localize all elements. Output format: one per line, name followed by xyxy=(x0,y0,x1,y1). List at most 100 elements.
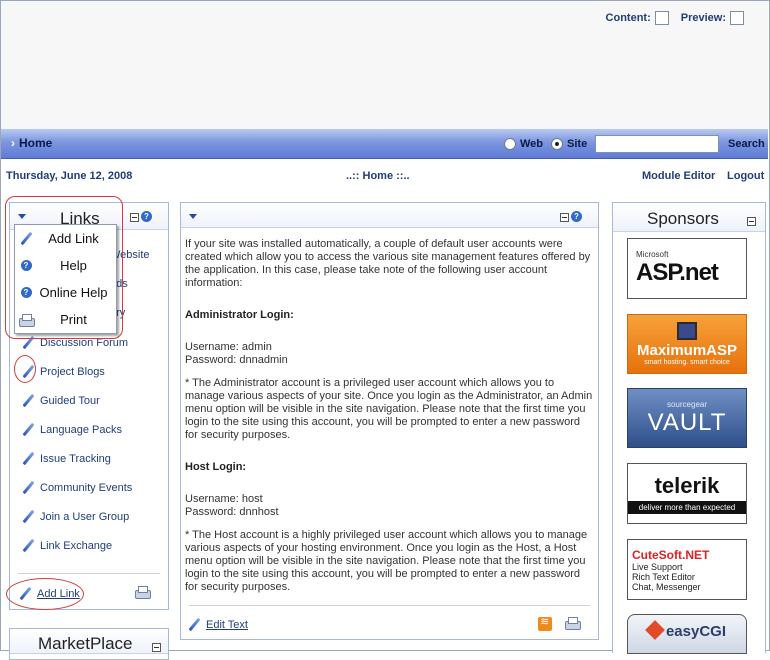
maximum-logo-text: MaximumASP xyxy=(636,342,738,359)
menu-item-online-help[interactable]: ? Online Help xyxy=(15,279,116,306)
control-panel: Content: Preview: xyxy=(1,1,768,130)
sponsors-header: Sponsors xyxy=(613,203,765,232)
text-content: If your site was installed automatically… xyxy=(185,238,595,604)
edit-pencil-icon[interactable] xyxy=(187,618,201,632)
menu-item-label: Online Help xyxy=(39,285,108,300)
menu-item-label: Print xyxy=(60,312,87,327)
menu-item-add-link[interactable]: Add Link xyxy=(15,225,116,252)
link-text[interactable]: Link Exchange xyxy=(40,540,112,552)
edit-pencil-icon[interactable] xyxy=(21,510,35,524)
admin-heading: Administrator Login: xyxy=(185,309,294,321)
edit-text-link[interactable]: Edit Text xyxy=(206,619,248,631)
content-label: Content: xyxy=(605,12,651,24)
link-item[interactable]: Language Packs xyxy=(21,423,122,437)
site-label: Site xyxy=(567,138,588,150)
vault-small-text: sourcegear xyxy=(666,399,708,409)
sponsor-cutesoft[interactable]: CuteSoft.NET Live Support Rich Text Edit… xyxy=(627,539,747,600)
cutesoft-line-2: Rich Text Editor xyxy=(632,571,695,582)
link-item[interactable]: Link Exchange xyxy=(21,539,112,553)
sponsor-easycgi[interactable]: easyCGI xyxy=(627,614,747,654)
text-pane-header: ? xyxy=(181,203,598,228)
menu-item-label: Help xyxy=(60,258,87,273)
link-text[interactable]: Issue Tracking xyxy=(40,453,111,465)
help-icon[interactable]: ? xyxy=(141,211,152,222)
edit-pencil-icon[interactable] xyxy=(21,394,35,408)
menu-item-label: Add Link xyxy=(48,231,99,246)
module-editor-link[interactable]: Module Editor xyxy=(642,170,715,182)
telerik-tagline: deliver more than expected xyxy=(628,501,746,514)
cutesoft-line-3: Chat, Messenger xyxy=(632,581,701,592)
module-actions-icon[interactable] xyxy=(189,214,197,219)
print-icon xyxy=(18,313,35,327)
module-action-menu: Add Link ? Help ? Online Help Print xyxy=(14,224,117,334)
menu-item-help[interactable]: ? Help xyxy=(15,252,116,279)
sponsors-title: Sponsors xyxy=(647,209,719,228)
link-item[interactable]: Join a User Group xyxy=(21,510,129,524)
print-icon[interactable] xyxy=(564,616,581,630)
preview-checkbox[interactable] xyxy=(730,11,744,25)
link-item[interactable]: Issue Tracking xyxy=(21,452,111,466)
mode-toggles: Content: Preview: xyxy=(606,11,744,25)
preview-label: Preview: xyxy=(680,12,726,24)
cutesoft-logo-text: CuteSoft.NET xyxy=(632,547,710,562)
minimize-icon[interactable] xyxy=(560,213,569,222)
print-icon[interactable] xyxy=(134,585,151,599)
logout-link[interactable]: Logout xyxy=(727,170,764,182)
highlight-addlink-annotation xyxy=(6,578,84,610)
cutesoft-line-1: Live Support xyxy=(632,561,683,572)
content-checkbox[interactable] xyxy=(654,11,669,25)
sponsor-telerik[interactable]: telerik deliver more than expected xyxy=(627,463,747,524)
nav-bar: Home Web Site Search xyxy=(1,129,768,159)
help-icon: ? xyxy=(20,260,32,271)
edit-pencil-icon[interactable] xyxy=(21,423,35,437)
link-text[interactable]: Language Packs xyxy=(40,424,122,436)
web-radio[interactable] xyxy=(504,138,516,150)
intro-paragraph: If your site was installed automatically… xyxy=(185,238,591,289)
link-text[interactable]: Guided Tour xyxy=(40,395,100,407)
admin-note: * The Administrator account is a privile… xyxy=(185,377,593,441)
sponsor-aspnet[interactable]: Microsoft ASP.net xyxy=(627,238,747,299)
link-item[interactable]: Guided Tour xyxy=(21,394,100,408)
aspnet-logo-text: ASP.net xyxy=(636,259,719,286)
minimize-icon[interactable] xyxy=(747,217,756,226)
link-text[interactable]: Join a User Group xyxy=(40,511,129,523)
easycgi-logo-icon xyxy=(645,620,665,640)
marketplace-pane: MarketPlace xyxy=(9,628,169,660)
link-item[interactable]: Community Events xyxy=(21,481,132,495)
link-text[interactable]: Community Events xyxy=(40,482,132,494)
edit-text-action[interactable]: Edit Text xyxy=(187,618,248,632)
link-text[interactable]: Project Blogs xyxy=(40,366,105,378)
edit-pencil-icon[interactable] xyxy=(21,481,35,495)
current-date: Thursday, June 12, 2008 xyxy=(6,170,133,182)
edit-pencil-icon[interactable] xyxy=(21,452,35,466)
admin-password: Password: dnnadmin xyxy=(185,354,288,366)
host-username: Username: host xyxy=(185,493,263,505)
web-label: Web xyxy=(520,138,544,150)
host-note: * The Host account is a highly privilege… xyxy=(185,529,588,593)
search-input[interactable] xyxy=(595,135,719,153)
highlight-pencil-annotation xyxy=(14,355,36,383)
pencil-icon xyxy=(19,232,33,246)
edit-pencil-icon[interactable] xyxy=(21,539,35,553)
sponsor-vault[interactable]: sourcegear VAULT xyxy=(627,388,747,448)
search-scope: Web Site xyxy=(504,138,587,150)
links-footer-divider xyxy=(18,573,160,574)
vault-logo-text: VAULT xyxy=(647,408,727,436)
site-radio[interactable] xyxy=(551,138,564,150)
search-button[interactable]: Search xyxy=(728,138,765,150)
text-footer-divider xyxy=(189,605,590,606)
marketplace-title: MarketPlace xyxy=(38,634,133,653)
marketplace-header: MarketPlace xyxy=(10,629,168,654)
aspnet-small-text: Microsoft xyxy=(636,250,669,259)
maximum-logo-icon xyxy=(677,322,697,340)
menu-item-print[interactable]: Print xyxy=(15,306,116,333)
maximum-tagline: smart hosting. smart choice xyxy=(644,359,730,366)
rss-icon[interactable] xyxy=(538,615,552,631)
admin-username: Username: admin xyxy=(185,341,272,353)
minimize-icon[interactable] xyxy=(130,213,139,222)
online-help-icon: ? xyxy=(20,287,32,298)
easycgi-logo-text: easyCGI xyxy=(665,623,727,640)
help-icon[interactable]: ? xyxy=(571,211,582,222)
nav-home-link[interactable]: Home xyxy=(11,136,52,150)
sponsor-maximumasp[interactable]: MaximumASP smart hosting. smart choice xyxy=(627,314,747,374)
